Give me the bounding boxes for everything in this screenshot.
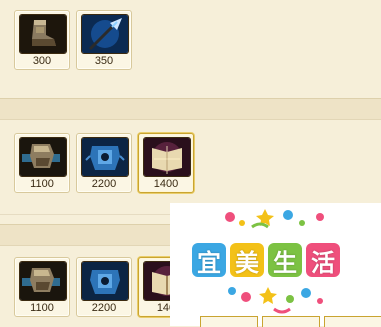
boots-icon <box>19 14 67 54</box>
watermark-char: 宜 <box>192 243 226 277</box>
shop-item-blue-armor[interactable]: 2200 <box>76 133 132 193</box>
watermark-char: 美 <box>230 243 264 277</box>
watermark-char: 活 <box>306 243 340 277</box>
item-price: 350 <box>94 55 114 67</box>
gauntlet-icon <box>19 137 67 177</box>
spear-icon <box>81 14 129 54</box>
gauntlet-icon <box>19 261 67 301</box>
shop-item-gauntlet[interactable]: 1100 <box>14 133 70 193</box>
shop-item-spellbook[interactable]: 1400 <box>138 133 194 193</box>
shop-item-boots[interactable]: 300 <box>14 10 70 70</box>
watermark-char: 生 <box>268 243 302 277</box>
blue-armor-icon <box>81 261 129 301</box>
watermark-overlay: 宜 美 生 活 <box>170 203 381 326</box>
shop-item-partial[interactable] <box>324 316 381 327</box>
spellbook-icon <box>143 137 191 177</box>
item-price: 2200 <box>91 302 117 314</box>
blue-armor-icon <box>81 137 129 177</box>
shop-item-partial[interactable] <box>200 316 258 327</box>
band-divider-1 <box>0 98 381 120</box>
item-price: 1100 <box>30 302 54 314</box>
watermark-text: 宜 美 生 活 <box>192 243 340 277</box>
item-price: 300 <box>32 55 52 67</box>
item-price: 1400 <box>153 178 179 190</box>
shop-item-gauntlet[interactable]: 1100 <box>14 257 70 317</box>
shop-item-spear[interactable]: 350 <box>76 10 132 70</box>
item-price: 1100 <box>30 178 54 190</box>
item-price: 2200 <box>91 178 117 190</box>
shop-item-partial[interactable] <box>262 316 320 327</box>
shop-item-blue-armor[interactable]: 2200 <box>76 257 132 317</box>
